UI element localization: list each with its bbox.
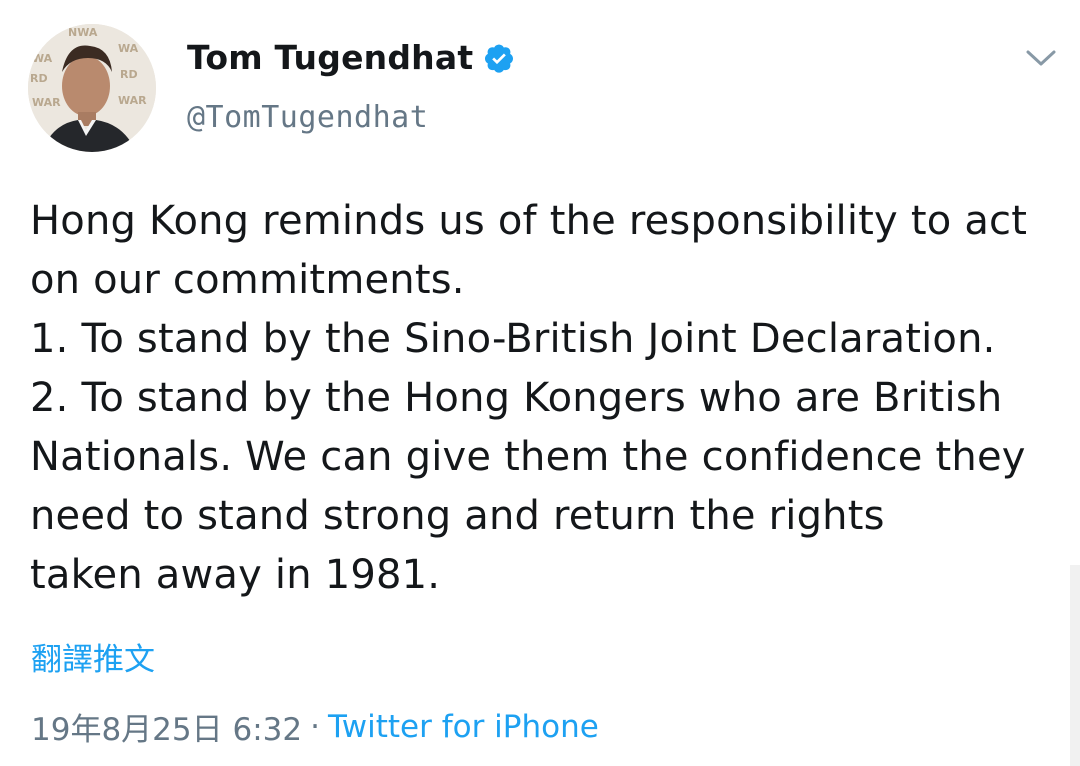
author-name-row[interactable]: Tom Tugendhat [187, 38, 515, 77]
meta-separator: · [310, 708, 320, 745]
tweet-body: Hong Kong reminds us of the responsibili… [30, 192, 1060, 605]
tweet-text-line: Nationals. We can give them the confiden… [30, 434, 1026, 480]
svg-text:WA: WA [32, 52, 53, 65]
tweet-source-link[interactable]: Twitter for iPhone [328, 709, 599, 745]
svg-text:RD: RD [120, 68, 138, 81]
svg-text:NWA: NWA [68, 26, 98, 39]
svg-text:WAR: WAR [32, 96, 61, 109]
avatar[interactable]: WA WA RD RD WAR WAR NWA [28, 24, 156, 152]
tweet-text-line: 2. To stand by the Hong Kongers who are … [30, 375, 1003, 421]
svg-text:RD: RD [30, 72, 48, 85]
author-handle[interactable]: @TomTugendhat [187, 100, 428, 135]
tweet-text-line: taken away in 1981. [30, 552, 441, 598]
profile-photo-icon: WA WA RD RD WAR WAR NWA [28, 24, 156, 152]
tweet-text-line: on our commitments. [30, 257, 465, 303]
author-display-name[interactable]: Tom Tugendhat [187, 38, 473, 77]
chevron-down-icon[interactable] [1024, 46, 1058, 70]
verified-badge-icon [483, 42, 515, 74]
svg-text:WA: WA [118, 42, 139, 55]
tweet-text-line: 1. To stand by the Sino-British Joint De… [30, 316, 996, 362]
tweet-timestamp[interactable]: 19年8月25日 6:32 [31, 704, 302, 749]
tweet-text-line: Hong Kong reminds us of the responsibili… [30, 198, 1028, 244]
tweet-text-line: need to stand strong and return the righ… [30, 493, 885, 539]
translate-tweet-link[interactable]: 翻譯推文 [31, 634, 155, 679]
tweet-meta-row: 19年8月25日 6:32 · Twitter for iPhone [31, 704, 599, 749]
scrollbar-track[interactable] [1070, 565, 1080, 766]
tweet-card: WA WA RD RD WAR WAR NWA Tom Tugendhat @T… [0, 0, 1080, 766]
svg-text:WAR: WAR [118, 94, 147, 107]
